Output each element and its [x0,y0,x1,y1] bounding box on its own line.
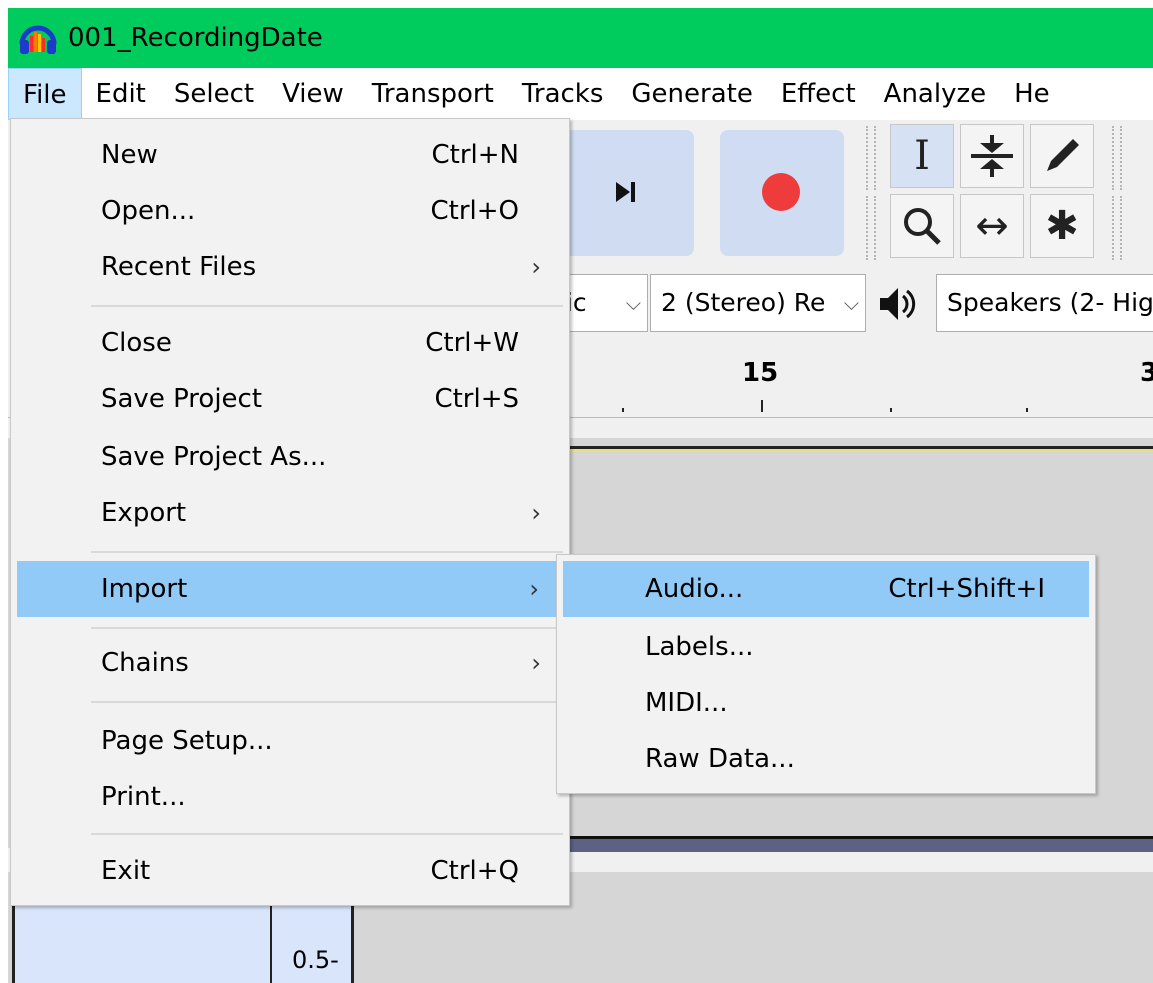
menu-bar: File Edit Select View Transport Tracks G… [8,68,1153,120]
menu-analyze[interactable]: Analyze [870,68,1000,120]
toolbar-grip[interactable] [866,196,876,260]
ruler-tick [761,400,763,412]
menu-edit[interactable]: Edit [82,68,160,120]
chevron-right-icon: › [531,253,541,281]
menu-effect[interactable]: Effect [767,68,870,120]
pencil-icon [1047,139,1079,171]
chevron-right-icon: › [531,499,541,527]
asterisk-icon: ✱ [1045,203,1079,249]
menu-item-close[interactable]: Close Ctrl+W [11,315,569,371]
menu-item-new[interactable]: New Ctrl+N [11,127,569,183]
vertical-scale-label: 0.5- [292,946,339,974]
chevron-right-icon: › [529,575,539,603]
playback-device-select[interactable]: Speakers (2- Hig [936,274,1153,332]
track-border [548,836,1153,852]
import-submenu: Audio... Ctrl+Shift+I Labels... MIDI... … [556,554,1096,794]
menu-item-open[interactable]: Open... Ctrl+O [11,183,569,239]
menu-item-print[interactable]: Print... [11,769,569,825]
submenu-item-raw-data[interactable]: Raw Data... [557,731,1095,787]
record-icon [762,173,800,211]
skip-to-end-icon [616,182,635,202]
ruler-tick-label: 3 [1140,358,1153,388]
menu-item-import[interactable]: Import › [17,561,561,617]
chevron-right-icon: › [531,649,541,677]
zoom-tool[interactable] [890,194,954,258]
recording-channels-select[interactable]: 2 (Stereo) Re ⌵ [650,274,866,332]
menu-item-save-project[interactable]: Save Project Ctrl+S [11,371,569,427]
ruler-tick [890,408,892,412]
menu-separator [91,551,563,553]
menu-separator [91,701,563,703]
menu-item-recent-files[interactable]: Recent Files › [11,239,569,295]
ruler-tick-label: 15 [742,358,779,388]
file-menu: New Ctrl+N Open... Ctrl+O Recent Files ›… [10,118,570,906]
selection-tool[interactable]: I [890,124,954,188]
toolbar-grip[interactable] [866,126,876,190]
menu-item-page-setup[interactable]: Page Setup... [11,713,569,769]
toolbar-grip[interactable] [1112,196,1122,260]
double-arrow-icon: ↔ [975,203,1009,249]
zoom-icon [904,208,941,245]
envelope-tool[interactable] [960,124,1024,188]
multi-tool[interactable]: ✱ [1030,194,1094,258]
menu-separator [91,627,563,629]
menu-item-save-project-as[interactable]: Save Project As... [11,429,569,485]
menu-transport[interactable]: Transport [358,68,508,120]
toolbar-grip[interactable] [1112,126,1122,190]
i-beam-icon: I [914,133,930,179]
menu-tracks[interactable]: Tracks [508,68,618,120]
menu-file[interactable]: File [8,68,82,120]
speaker-icon [876,282,920,330]
menu-item-exit[interactable]: Exit Ctrl+Q [11,843,569,899]
submenu-item-midi[interactable]: MIDI... [557,675,1095,731]
menu-generate[interactable]: Generate [617,68,766,120]
submenu-item-labels[interactable]: Labels... [557,619,1095,675]
menu-help[interactable]: He [1000,68,1064,120]
envelope-icon [971,135,1013,177]
chevron-down-icon: ⌵ [625,291,641,315]
track-border [548,446,1153,452]
time-shift-tool[interactable]: ↔ [960,194,1024,258]
chevron-down-icon: ⌵ [843,291,859,315]
ruler-tick [622,408,624,412]
menu-view[interactable]: View [268,68,358,120]
menu-item-export[interactable]: Export › [11,485,569,541]
menu-item-chains[interactable]: Chains › [11,635,569,691]
menu-separator [91,305,563,307]
title-bar: 001_RecordingDate [8,8,1153,68]
menu-separator [91,833,563,835]
track-divider [270,904,272,983]
record-button[interactable] [720,130,844,256]
menu-select[interactable]: Select [160,68,268,120]
skip-to-end-button[interactable] [558,130,694,256]
audacity-headphones-icon [18,18,58,58]
ruler-tick [1026,408,1028,412]
window-title: 001_RecordingDate [68,23,323,53]
submenu-item-audio[interactable]: Audio... Ctrl+Shift+I [563,561,1089,617]
draw-tool[interactable] [1030,124,1094,188]
